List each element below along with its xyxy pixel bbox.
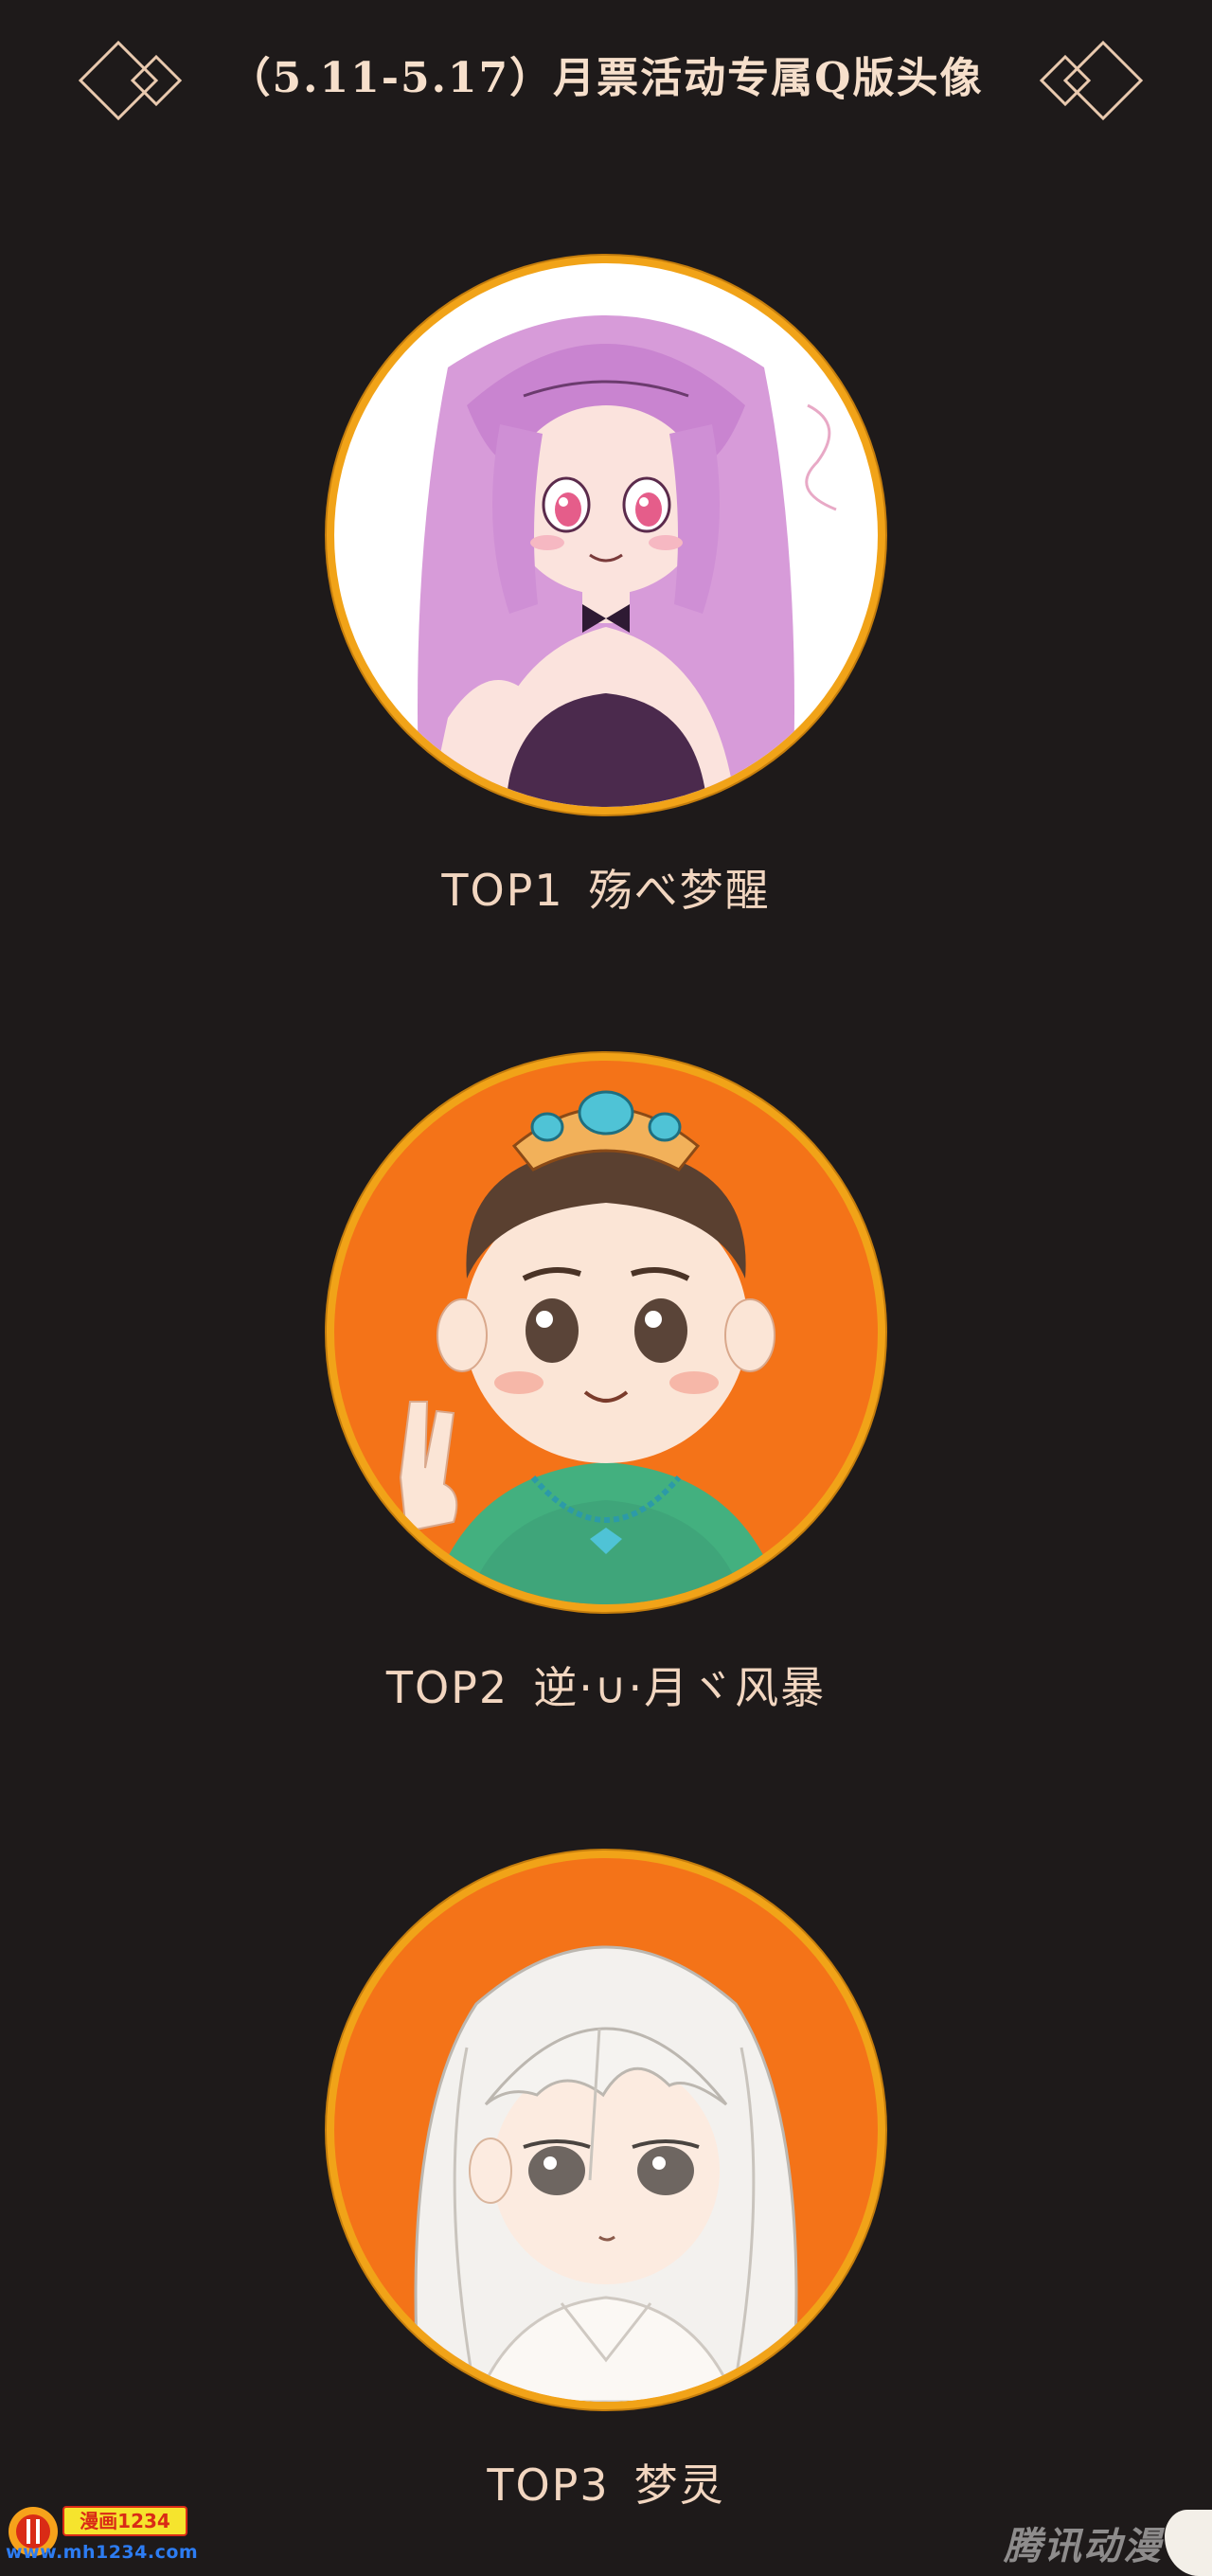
avatar-frame	[327, 1053, 885, 1612]
rank-label: TOP1 殇べ梦醒	[0, 862, 1212, 919]
avatar-frame	[327, 256, 885, 814]
site-badge: 漫画1234	[62, 2506, 187, 2536]
white-haired-avatar-icon	[334, 1858, 878, 2402]
avatar-entry-top2: TOP2 逆·∪·月ヾ风暴	[0, 1053, 1212, 1735]
rank-number: TOP2	[385, 1662, 509, 1713]
rank-label: TOP2 逆·∪·月ヾ风暴	[0, 1659, 1212, 1716]
site-url: www.mh1234.com	[6, 2542, 199, 2563]
username: 逆·∪·月ヾ风暴	[533, 1662, 827, 1713]
double-diamond-ornament-icon	[1039, 40, 1144, 121]
page-title: （5.11-5.17）月票活动专属Q版头像	[228, 54, 984, 102]
avatar-entry-top3: TOP3 梦灵	[0, 1851, 1212, 2532]
avatar-frame	[327, 1851, 885, 2409]
rank-number: TOP3	[487, 2460, 610, 2511]
publisher-watermark: 腾讯动漫	[1004, 2510, 1212, 2576]
pink-haired-girl-avatar-icon	[334, 263, 878, 807]
header-banner: （5.11-5.17）月票活动专属Q版头像	[0, 28, 1212, 133]
avatar-entry-top1: TOP1 殇べ梦醒	[0, 256, 1212, 938]
crowned-boy-avatar-icon	[334, 1061, 878, 1604]
username: 殇べ梦醒	[588, 865, 771, 916]
rank-number: TOP1	[441, 865, 564, 916]
site-watermark: 漫画1234 www.mh1234.com	[6, 2500, 198, 2570]
avatar-image[interactable]	[334, 263, 878, 807]
double-diamond-ornament-icon	[78, 40, 183, 121]
username: 梦灵	[633, 2460, 725, 2511]
avatar-image[interactable]	[334, 1061, 878, 1604]
avatar-image[interactable]	[334, 1858, 878, 2402]
